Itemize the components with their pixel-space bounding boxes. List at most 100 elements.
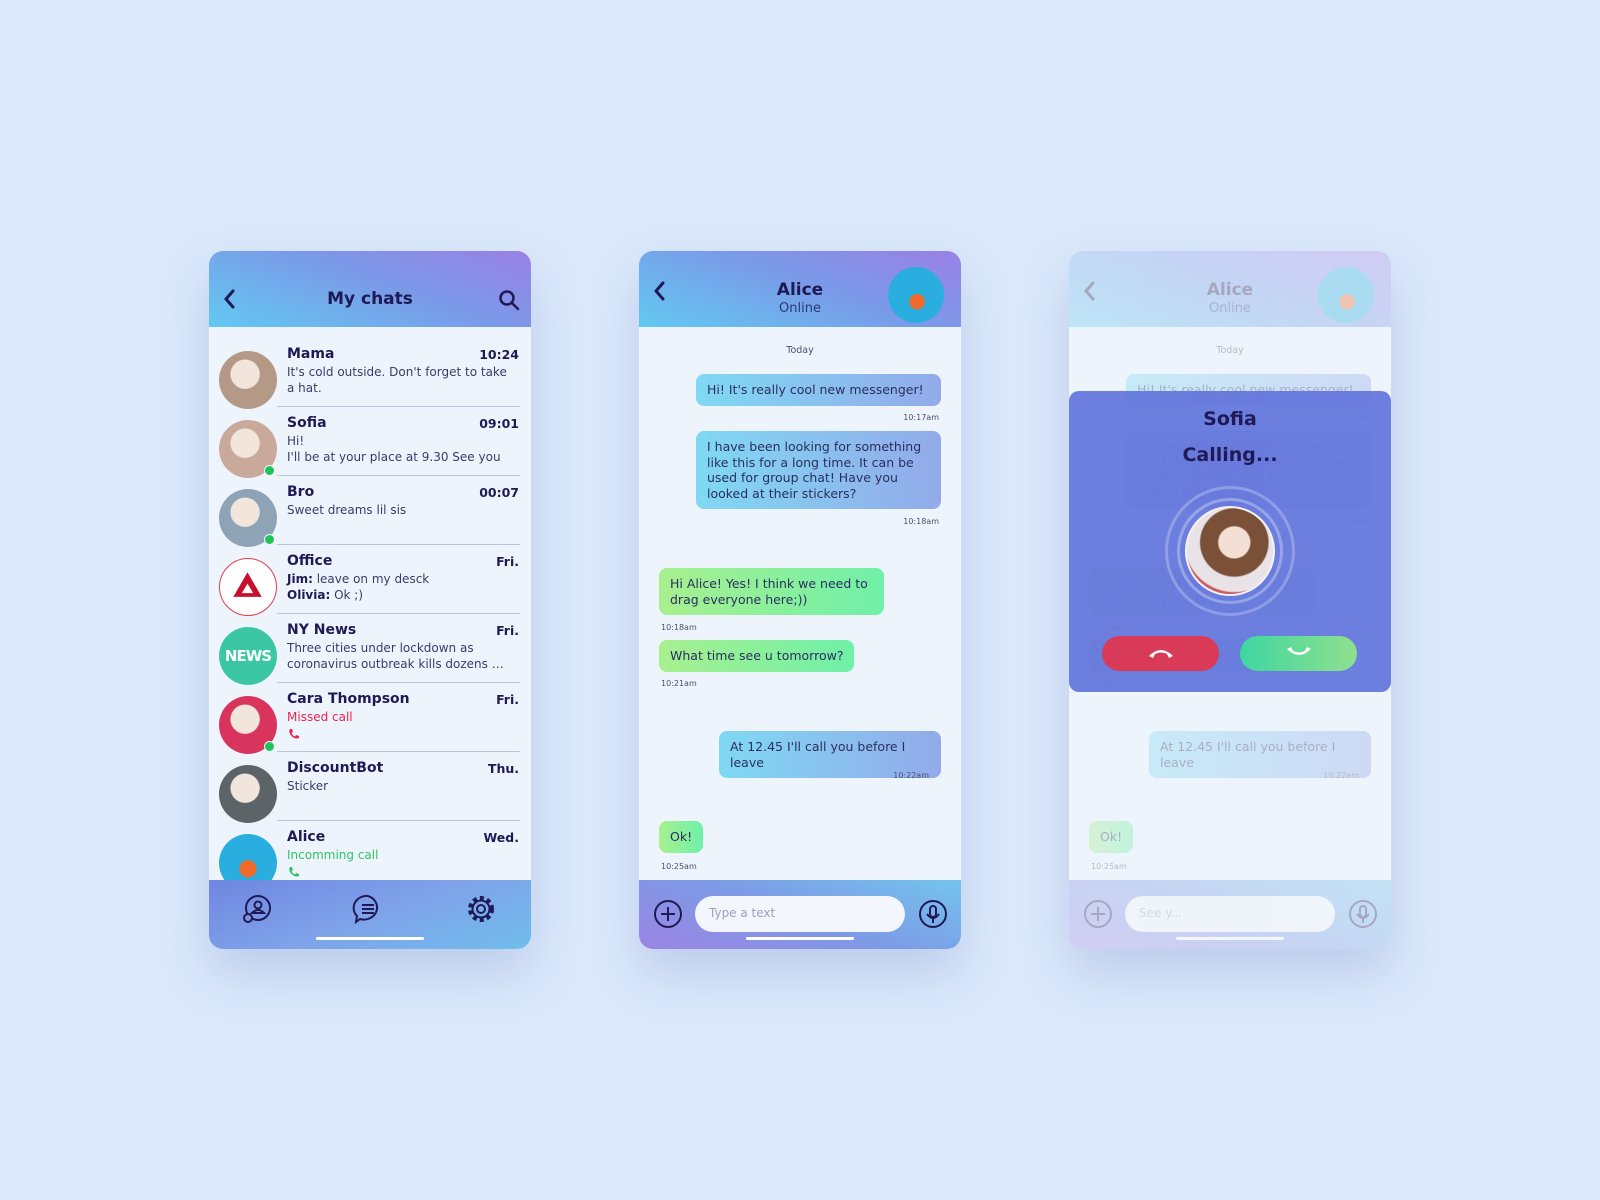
chat-time: 09:01 (479, 416, 519, 431)
conversation-header: Alice Online (639, 251, 961, 327)
chat-list-item[interactable]: Office Fri. Jim: leave on my desck Olivia: … (209, 553, 531, 622)
caller-name: Sofia (1203, 408, 1257, 430)
chat-name: Bro (287, 484, 315, 500)
chat-list-item[interactable]: Cara Thompson Fri. Missed call (209, 691, 531, 760)
message-input[interactable]: See y... (1125, 896, 1335, 932)
incoming-message: What time see u tomorrow? (659, 640, 855, 672)
message-time: 10:17am (903, 413, 939, 422)
message-input[interactable]: Type a text (695, 896, 905, 932)
message-time: 10:18am (661, 623, 697, 632)
divider (277, 682, 520, 683)
contact-avatar[interactable] (1318, 267, 1374, 323)
online-indicator (264, 534, 275, 545)
chat-name: Sofia (287, 415, 327, 431)
contact-avatar[interactable] (888, 267, 944, 323)
page-title: My chats (327, 289, 413, 309)
sender-name: Jim: (287, 572, 313, 586)
divider (277, 820, 520, 821)
chats-header: My chats (209, 251, 531, 327)
settings-gear-icon[interactable] (465, 893, 497, 925)
outgoing-message: Hi! It's really cool new messenger! (696, 374, 941, 406)
phone-icon (289, 729, 299, 739)
avatar (219, 765, 277, 823)
chat-name: Mama (287, 346, 335, 362)
chat-name: Office (287, 553, 333, 569)
conversation-screen: Alice Online Today Hi! It's really cool n… (639, 251, 961, 949)
incoming-call-dialog: Sofia Calling... (1069, 391, 1391, 692)
microphone-icon[interactable] (1348, 899, 1378, 929)
chat-name: DiscountBot (287, 760, 384, 776)
accept-call-button[interactable] (1240, 636, 1357, 671)
chat-name: Alice (287, 829, 326, 845)
chat-preview: Hi! I'll be at your place at 9.30 See yo… (287, 434, 501, 464)
chat-preview: Sticker (287, 779, 329, 793)
divider (277, 406, 520, 407)
avatar (219, 558, 277, 616)
sender-name: Olivia: (287, 587, 331, 602)
chat-name: Cara Thompson (287, 691, 410, 707)
online-indicator (264, 741, 275, 752)
outgoing-message: I have been looking for something like t… (696, 431, 941, 509)
chat-time: 00:07 (479, 485, 519, 500)
divider (277, 751, 520, 752)
day-label: Today (786, 345, 814, 356)
chat-name: NY News (287, 622, 357, 638)
incoming-message: Hi Alice! Yes! I think we need to drag e… (659, 568, 884, 615)
call-status: Incomming call (287, 848, 379, 862)
microphone-icon[interactable] (918, 899, 948, 929)
chat-list-item[interactable]: NEWS NY News Fri. Three cities under lockdo… (209, 622, 531, 691)
chat-preview: Sweet dreams lil sis (287, 503, 407, 517)
chat-list-item[interactable]: DiscountBot Thu. Sticker (209, 760, 531, 829)
search-icon[interactable] (498, 289, 520, 311)
message-time: 10:25am (661, 862, 697, 871)
incoming-message: Ok! (1089, 821, 1134, 853)
message-time: 10:21am (661, 679, 697, 688)
divider (277, 544, 520, 545)
contacts-icon[interactable] (241, 893, 273, 925)
home-indicator (316, 937, 424, 940)
chat-time: Wed. (483, 830, 519, 845)
office-logo-icon (233, 572, 262, 597)
add-attachment-icon[interactable] (653, 899, 683, 929)
phone-icon (289, 867, 299, 877)
avatar (219, 351, 277, 409)
message-time: 10:22am (893, 771, 929, 780)
message-time: 10:18am (903, 517, 939, 526)
add-attachment-icon[interactable] (1083, 899, 1113, 929)
message-text: Ok ;) (330, 587, 364, 602)
chat-list-item[interactable]: Bro 00:07 Sweet dreams lil sis (209, 484, 531, 553)
chat-preview: Jim: leave on my desck Olivia: Ok ;) (287, 572, 512, 603)
divider (277, 475, 520, 476)
composer-bar: Type a text (639, 880, 961, 949)
chat-time: Thu. (487, 761, 519, 776)
message-time: 10:25am (1091, 862, 1127, 871)
chats-screen: My chats Mama 10:24 It's cold outside. Don… (209, 251, 531, 949)
chat-preview: Three cities under lockdown as coronavir… (287, 641, 504, 671)
conversation-header: Alice Online (1069, 251, 1391, 327)
chat-time: Fri. (496, 554, 519, 569)
message-time: 10:22am (1323, 771, 1359, 780)
avatar: NEWS (219, 627, 277, 685)
online-indicator (264, 465, 275, 476)
home-indicator (1176, 937, 1284, 940)
answer-call-icon (1287, 647, 1311, 655)
chat-list-item[interactable]: Mama 10:24 It's cold outside. Don't forget… (209, 346, 531, 415)
decline-call-button[interactable] (1102, 636, 1219, 671)
day-label: Today (1216, 345, 1244, 356)
home-indicator (746, 937, 854, 940)
hang-up-icon (1149, 650, 1173, 658)
caller-avatar (1185, 506, 1275, 596)
chats-icon[interactable] (352, 893, 384, 925)
incoming-message: Ok! (659, 821, 704, 853)
chat-list-item[interactable]: Sofia 09:01 Hi! I'll be at your place at 9… (209, 415, 531, 484)
bottom-nav (209, 880, 531, 949)
conversation-content: Alice Online Today Hi! It's really cool n… (639, 251, 961, 949)
call-status: Calling... (1182, 444, 1278, 466)
chat-time: Fri. (496, 623, 519, 638)
message-text: leave on my desck (312, 572, 430, 586)
chat-time: 10:24 (479, 347, 519, 362)
news-logo: NEWS (224, 647, 272, 665)
composer-bar: See y... (1069, 880, 1391, 949)
chat-preview: It's cold outside. Don't forget to take … (287, 365, 507, 395)
chat-time: Fri. (496, 692, 519, 707)
